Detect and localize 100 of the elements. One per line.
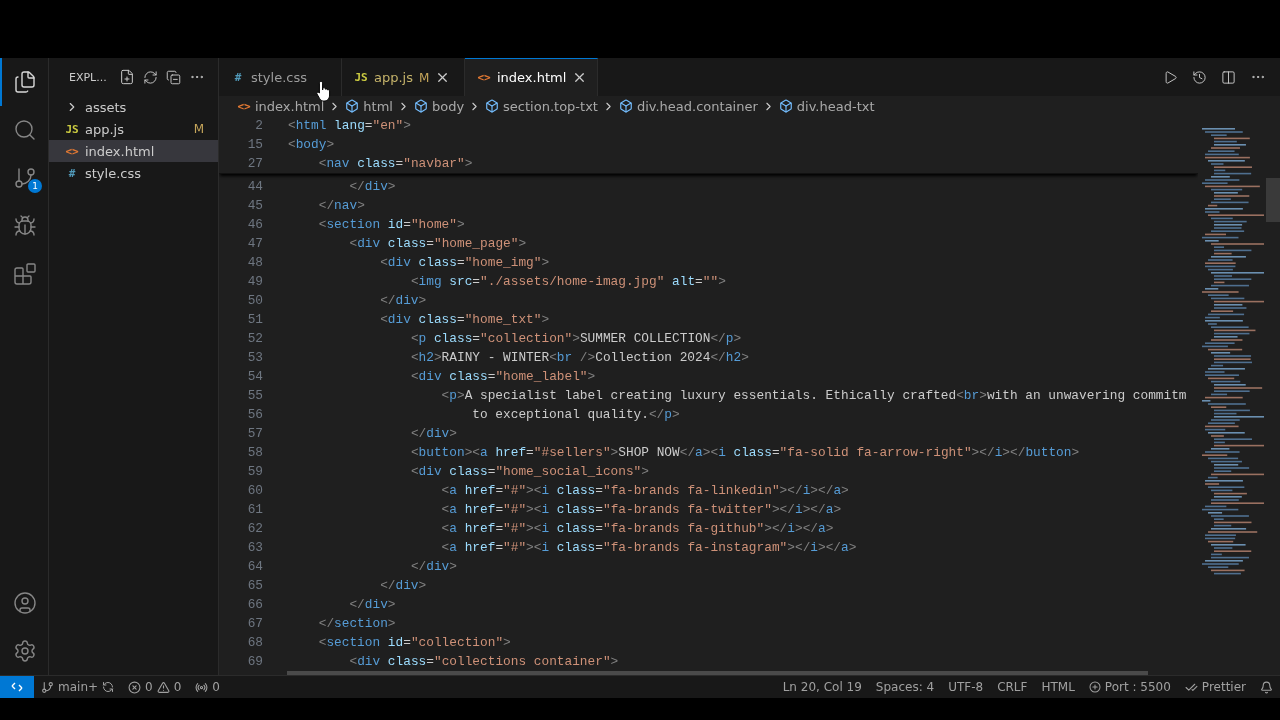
file-type-icon: <> bbox=[65, 144, 79, 158]
line-number: 68 bbox=[246, 635, 264, 650]
code-line: to exceptional quality.</p> bbox=[471, 407, 680, 422]
code-line: </div> bbox=[379, 293, 427, 308]
line-number: 46 bbox=[246, 217, 264, 232]
code-line: </div> bbox=[409, 426, 457, 441]
line-number: 51 bbox=[246, 312, 264, 327]
breadcrumb-item[interactable]: index.html bbox=[255, 98, 325, 114]
code-line: <a href="#"><i class="fa-brands fa-instagram"></i></a> bbox=[440, 540, 857, 555]
code-line: <button><a href="#sellers">SHOP NOW</a><i class="fa-solid fa-arrow-right"></i></button> bbox=[409, 445, 1080, 460]
code-line: <a href="#"><i class="fa-brands fa-twitter"></i></a> bbox=[440, 502, 842, 517]
count-badge: 1 bbox=[28, 179, 42, 193]
line-number: 44 bbox=[246, 179, 264, 194]
code-line: <a href="#"><i class="fa-brands fa-linkedin"></i></a> bbox=[440, 483, 849, 498]
breadcrumb-item[interactable]: html bbox=[363, 98, 393, 114]
line-number: 64 bbox=[246, 559, 264, 574]
status-item[interactable]: UTF-8 bbox=[941, 680, 991, 694]
line-number: 59 bbox=[246, 464, 264, 479]
code-line: </div> bbox=[409, 559, 457, 574]
cube-icon bbox=[778, 99, 793, 113]
breadcrumb-item[interactable]: div.head-txt bbox=[796, 98, 875, 114]
source-control-icon bbox=[13, 166, 37, 190]
line-number: 52 bbox=[246, 331, 264, 346]
editor-tab[interactable]: <> index.html bbox=[465, 58, 599, 96]
code-line: </div> bbox=[379, 578, 427, 593]
code-line: </section> bbox=[317, 616, 396, 631]
breadcrumb-item[interactable]: section.top-txt bbox=[503, 98, 598, 114]
file-tree-item[interactable]: assets bbox=[49, 96, 218, 118]
line-number: 67 bbox=[246, 616, 264, 631]
code-line: <div class="home_label"> bbox=[409, 369, 596, 384]
status-item[interactable]: Spaces: 4 bbox=[868, 680, 942, 694]
bell-icon[interactable] bbox=[1260, 680, 1273, 694]
modified-marker: M bbox=[193, 122, 204, 136]
refresh-icon[interactable] bbox=[142, 69, 158, 85]
branch-status[interactable]: main+ bbox=[34, 680, 122, 694]
status-item[interactable]: CRLF bbox=[990, 680, 1035, 694]
file-type-icon: JS bbox=[354, 71, 368, 84]
cube-icon bbox=[413, 99, 428, 113]
file-type-icon: <> bbox=[237, 99, 251, 113]
line-number: 2 bbox=[254, 118, 264, 133]
code-line: <p class="collection">SUMMER COLLECTION</p> bbox=[409, 331, 742, 346]
line-number: 48 bbox=[246, 255, 264, 270]
tab-label: app.js bbox=[374, 70, 413, 85]
run-icon[interactable] bbox=[1163, 69, 1178, 85]
error-icon bbox=[128, 680, 142, 694]
tab-label: index.html bbox=[497, 70, 567, 85]
file-tree-item[interactable]: <> index.html bbox=[49, 140, 218, 162]
line-number: 45 bbox=[246, 198, 264, 213]
code-line: <html lang="en"> bbox=[288, 118, 411, 133]
status-item[interactable]: HTML bbox=[1034, 680, 1082, 694]
horizontal-scrollbar[interactable] bbox=[287, 671, 1148, 675]
code-line: <p>A specialist label creating luxury essentials. Ethically crafted<br>with an unwavering commitm bbox=[440, 388, 1187, 403]
prettier-status[interactable]: Prettier bbox=[1177, 680, 1253, 694]
breadcrumb-item[interactable]: div.head.container bbox=[636, 98, 758, 114]
line-number: 61 bbox=[246, 502, 264, 517]
status-item[interactable]: Ln 20, Col 19 bbox=[775, 680, 869, 694]
collapse-icon[interactable] bbox=[165, 69, 181, 85]
file-tree-item[interactable]: # style.css bbox=[49, 162, 218, 184]
hand-cursor-icon bbox=[316, 80, 332, 102]
sync-icon bbox=[102, 681, 115, 693]
code-line: <nav class="navbar"> bbox=[317, 156, 473, 171]
scrollbar-thumb[interactable] bbox=[1266, 178, 1280, 222]
line-number: 53 bbox=[246, 350, 264, 365]
file-tree-item[interactable]: JS app.js M bbox=[49, 118, 218, 140]
code-line: <body> bbox=[288, 137, 335, 152]
breadcrumb-item[interactable]: body bbox=[431, 98, 465, 114]
line-number: 55 bbox=[246, 388, 264, 403]
file-name: app.js bbox=[85, 121, 124, 137]
line-number: 66 bbox=[246, 597, 264, 612]
file-type-icon: # bbox=[231, 71, 245, 84]
code-line: <div class="home_img"> bbox=[379, 255, 550, 270]
new-file-icon[interactable] bbox=[118, 69, 135, 85]
split-editor-icon[interactable] bbox=[1221, 69, 1236, 85]
file-type-icon: <> bbox=[477, 71, 491, 84]
ports-status[interactable]: 0 bbox=[188, 680, 227, 694]
cube-icon bbox=[485, 99, 500, 113]
port-icon bbox=[1086, 678, 1104, 696]
live-server-status[interactable]: Port : 5500 bbox=[1081, 680, 1178, 694]
history-icon[interactable] bbox=[1192, 69, 1207, 85]
run-debug-icon bbox=[13, 214, 37, 238]
file-type-icon: JS bbox=[65, 122, 79, 136]
code-line: </div> bbox=[348, 597, 396, 612]
warning-icon bbox=[156, 680, 170, 694]
activity-bar-button[interactable]: 1 bbox=[0, 154, 48, 202]
line-number: 62 bbox=[246, 521, 264, 536]
code-line: <section id="collection"> bbox=[317, 635, 511, 650]
line-number: 47 bbox=[246, 236, 264, 251]
line-number: 54 bbox=[246, 369, 264, 384]
problems-status[interactable]: 0 0 bbox=[121, 680, 189, 694]
cube-icon bbox=[618, 99, 633, 113]
files-icon bbox=[13, 70, 37, 94]
file-name: assets bbox=[85, 99, 127, 115]
line-number: 60 bbox=[246, 483, 264, 498]
settings-icon bbox=[13, 639, 37, 663]
code-line: <img src="./assets/home-imag.jpg" alt=""> bbox=[409, 274, 726, 289]
file-type-icon: # bbox=[65, 166, 79, 180]
code-line: </div> bbox=[348, 179, 396, 194]
code-line: <div class="collections container"> bbox=[348, 654, 619, 669]
code-line: <h2>RAINY - WINTER<br />Collection 2024</h2> bbox=[409, 350, 749, 365]
code-line: </nav> bbox=[317, 198, 365, 213]
